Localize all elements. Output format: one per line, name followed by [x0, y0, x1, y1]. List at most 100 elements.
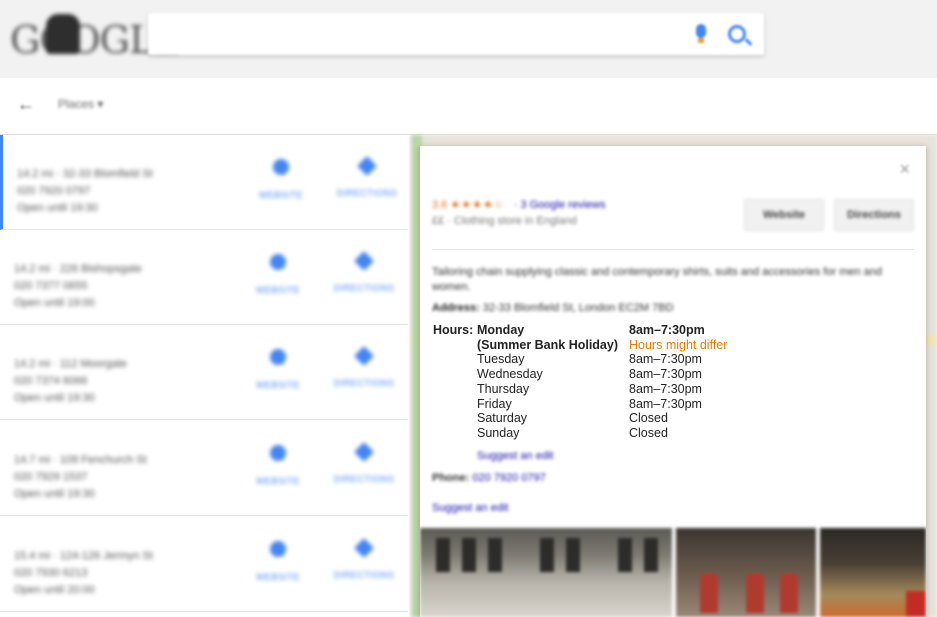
website-label: WEBSITE — [255, 572, 300, 582]
website-label: WEBSITE — [255, 380, 300, 390]
place-category: ££ · Clothing store in England — [432, 215, 577, 227]
hours-time: 8am–7:30pm — [629, 352, 702, 367]
hours-day: Saturday — [477, 411, 528, 426]
result-hours: Open until 20:00 — [14, 584, 95, 596]
directions-icon — [354, 251, 374, 271]
top-bar: GOOGLE — [0, 0, 937, 78]
directions-button[interactable]: DIRECTIONS — [329, 251, 399, 296]
website-button[interactable]: WEBSITE — [246, 159, 316, 203]
website-button[interactable]: WEBSITE — [243, 445, 313, 489]
suggest-edit-hours-link[interactable]: Suggest an edit — [477, 450, 553, 462]
result-phone: 020 7929 1537 — [14, 471, 88, 483]
result-info: 15.4 mi · 124-126 Jermyn St 020 7930 621… — [14, 548, 153, 599]
website-label: WEBSITE — [258, 190, 303, 200]
hours-time: 8am–7:30pm — [629, 367, 702, 382]
globe-icon — [270, 541, 286, 557]
result-address: 14.2 mi · 32-33 Blomfield St — [17, 168, 153, 180]
address-value: 32-33 Blomfield St, London EC2M 7BD — [482, 302, 674, 314]
hours-time: Closed — [629, 411, 668, 426]
hours-day: Monday — [477, 323, 525, 337]
result-hours: Open until 19:00 — [14, 297, 95, 309]
result-hours: Open until 19:30 — [17, 202, 98, 214]
results-list: 14.2 mi · 32-33 Blomfield St 020 7920 07… — [0, 135, 410, 617]
directions-label: DIRECTIONS — [333, 474, 395, 484]
hours-warning: Hours might differ — [629, 337, 728, 352]
list-item[interactable]: 14.2 mi · 112 Moorgate 020 7374 6066 Ope… — [0, 325, 408, 420]
website-label: WEBSITE — [255, 285, 300, 295]
result-phone: 020 7920 0797 — [17, 185, 91, 197]
directions-label: DIRECTIONS — [333, 570, 395, 580]
phone-label: Phone: — [432, 472, 470, 484]
result-info: 14.7 mi · 109 Fenchurch St 020 7929 1537… — [14, 452, 147, 503]
result-info: 14.2 mi · 32-33 Blomfield St 020 7920 07… — [17, 166, 153, 217]
star-rating-icon: ★★★★☆ — [450, 199, 505, 211]
globe-icon — [270, 445, 286, 461]
hours-day: Wednesday — [477, 367, 543, 382]
address-label: Address: — [432, 302, 480, 314]
reviews-link[interactable]: · 3 Google reviews — [514, 199, 606, 211]
hours-day: Tuesday — [477, 352, 525, 367]
hours-day: Sunday — [477, 425, 520, 440]
search-input[interactable] — [148, 13, 764, 55]
directions-button[interactable]: Directions — [834, 199, 914, 231]
sub-nav-bar: ← Places ▾ — [0, 78, 937, 135]
rating-line: 3.6 ★★★★☆ · 3 Google reviews — [432, 198, 605, 211]
rating-score: 3.6 — [432, 199, 448, 211]
microphone-icon[interactable] — [696, 24, 706, 43]
website-button[interactable]: WEBSITE — [243, 349, 313, 393]
list-item[interactable]: 14.7 mi · 109 Fenchurch St 020 7929 1537… — [0, 421, 408, 516]
result-info: 14.2 mi · 112 Moorgate 020 7374 6066 Ope… — [14, 356, 127, 407]
window-display-photo[interactable] — [820, 528, 926, 617]
directions-button[interactable]: DIRECTIONS — [329, 442, 399, 487]
result-phone: 020 7374 6066 — [14, 375, 88, 387]
phone-number-link[interactable]: 020 7920 0797 — [472, 472, 545, 484]
place-detail-card: × 3.6 ★★★★☆ · 3 Google reviews ££ · Clot… — [420, 146, 926, 617]
result-phone: 020 7377 0655 — [14, 280, 88, 292]
arrow-left-icon[interactable]: ← — [17, 94, 35, 115]
phone-line: Phone: 020 7920 0797 — [432, 472, 546, 484]
places-dropdown[interactable]: Places ▾ — [58, 97, 103, 111]
hours-day: (Summer Bank Holiday) — [477, 337, 619, 352]
list-item[interactable]: 15.4 mi · 124-126 Jermyn St 020 7930 621… — [0, 517, 408, 612]
result-address: 14.7 mi · 109 Fenchurch St — [14, 454, 147, 466]
doodle-figure-icon — [46, 14, 80, 54]
globe-icon — [270, 254, 286, 270]
storefront-photo[interactable] — [420, 528, 672, 617]
directions-button[interactable]: DIRECTIONS — [332, 156, 402, 201]
result-info: 14.2 mi · 226 Bishopsgate 020 7377 0655 … — [14, 261, 142, 312]
directions-button[interactable]: DIRECTIONS — [329, 346, 399, 391]
address-line: Address: 32-33 Blomfield St, London EC2M… — [432, 302, 674, 314]
globe-icon — [273, 159, 289, 175]
globe-icon — [270, 349, 286, 365]
result-address: 15.4 mi · 124-126 Jermyn St — [14, 550, 153, 562]
result-address: 14.2 mi · 112 Moorgate — [14, 358, 127, 370]
divider — [432, 249, 914, 250]
directions-label: DIRECTIONS — [333, 378, 395, 388]
website-button[interactable]: WEBSITE — [243, 254, 313, 298]
close-icon[interactable]: × — [899, 159, 910, 180]
directions-icon — [354, 442, 374, 462]
suggest-edit-link[interactable]: Suggest an edit — [432, 502, 508, 514]
directions-icon — [354, 346, 374, 366]
directions-button[interactable]: DIRECTIONS — [329, 538, 399, 583]
place-description: Tailoring chain supplying classic and co… — [432, 266, 882, 293]
website-label: WEBSITE — [255, 476, 300, 486]
hours-day: Thursday — [477, 381, 530, 396]
list-item[interactable]: 14.2 mi · 32-33 Blomfield St 020 7920 07… — [0, 135, 408, 230]
list-item[interactable]: 14.2 mi · 226 Bishopsgate 020 7377 0655 … — [0, 230, 408, 325]
search-icon[interactable] — [728, 25, 746, 43]
interior-photo[interactable] — [676, 528, 816, 617]
photo-strip — [420, 528, 926, 617]
hours-day: Friday — [477, 396, 512, 411]
directions-icon — [354, 538, 374, 558]
website-button[interactable]: WEBSITE — [243, 541, 313, 585]
website-button[interactable]: Website — [744, 199, 824, 231]
directions-label: DIRECTIONS — [336, 188, 398, 198]
directions-icon — [357, 156, 377, 176]
result-hours: Open until 19:30 — [14, 488, 95, 500]
result-phone: 020 7930 6213 — [14, 567, 88, 579]
hours-time: Closed — [629, 425, 668, 440]
google-doodle-logo[interactable]: GOOGLE — [10, 14, 181, 62]
hours-time: 8am–7:30pm — [629, 381, 702, 396]
hours-time: 8am–7:30pm — [629, 323, 705, 337]
